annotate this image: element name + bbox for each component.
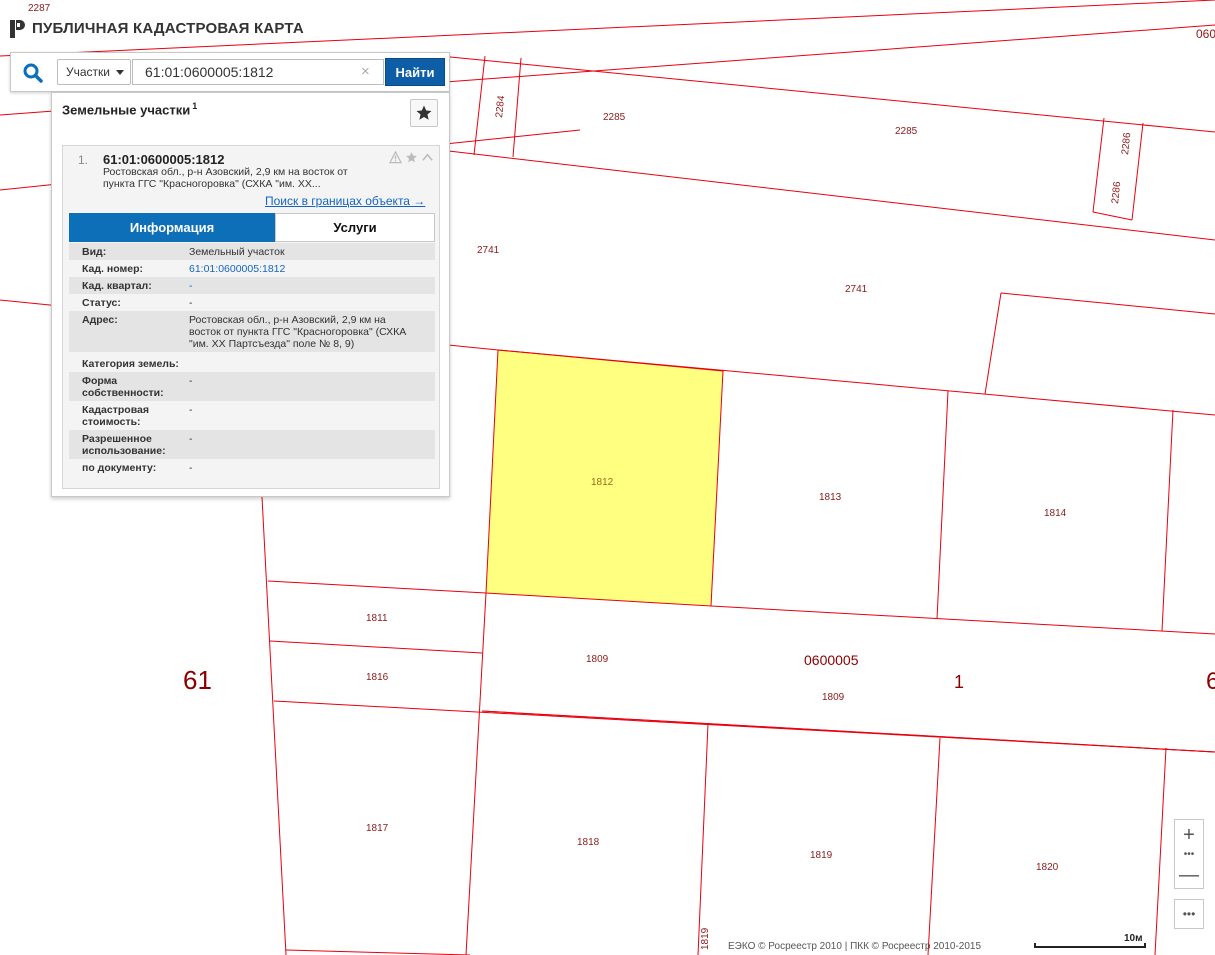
info-value: - bbox=[189, 297, 193, 309]
info-row-type: Вид: Земельный участок bbox=[69, 243, 435, 260]
plot-label: 2284 bbox=[494, 95, 507, 119]
info-key: Кадастровая стоимость: bbox=[82, 404, 149, 428]
panel-title-text: Земельные участки bbox=[62, 102, 191, 118]
plot-label: 1819 bbox=[810, 850, 833, 861]
plot-label: 2286 bbox=[1120, 132, 1133, 156]
info-table: Вид: Земельный участок Кад. номер: 61:01… bbox=[69, 243, 435, 476]
clear-icon[interactable]: × bbox=[361, 64, 370, 80]
zoom-in-button[interactable]: + bbox=[1175, 820, 1203, 850]
info-value: Ростовская обл., р-н Азовский, 2,9 км на… bbox=[189, 314, 407, 350]
find-button[interactable]: Найти bbox=[385, 58, 445, 86]
favorites-button[interactable] bbox=[410, 99, 438, 127]
info-row-by-document: по документу: - bbox=[69, 459, 435, 476]
plot-label: 1820 bbox=[1036, 862, 1059, 873]
info-value-link[interactable]: 61:01:0600005:1812 bbox=[189, 263, 435, 275]
info-key: Кад. номер: bbox=[82, 263, 144, 275]
quarter-label: 0600005 bbox=[804, 652, 859, 668]
info-row-cadastral-number: Кад. номер: 61:01:0600005:1812 bbox=[69, 260, 435, 277]
info-value: - bbox=[189, 375, 193, 387]
result-index: 1. bbox=[78, 153, 89, 167]
star-icon bbox=[416, 105, 432, 120]
star-icon[interactable] bbox=[405, 151, 418, 164]
plot-label: 2285 bbox=[895, 126, 918, 137]
result-cadastral-number[interactable]: 61:01:0600005:1812 bbox=[103, 152, 224, 167]
info-key: Форма собственности: bbox=[82, 375, 164, 399]
info-value: - bbox=[189, 433, 193, 445]
tab-information[interactable]: Информация bbox=[69, 213, 275, 242]
app-title: ПУБЛИЧНАЯ КАДАСТРОВАЯ КАРТА bbox=[32, 19, 304, 37]
plot-label: 1819 bbox=[700, 927, 711, 950]
panel-title: Земельные участки 1 bbox=[62, 101, 197, 117]
zoom-control: + ••• — bbox=[1174, 819, 1204, 889]
info-value-link[interactable]: - bbox=[189, 280, 435, 292]
plot-label: 1814 bbox=[1044, 508, 1067, 519]
plot-label: 2286 bbox=[1110, 181, 1123, 205]
region-label: 61 bbox=[183, 665, 212, 695]
info-row-quarter: Кад. квартал: - bbox=[69, 277, 435, 294]
rosreestr-logo-icon bbox=[10, 20, 25, 38]
info-row-permitted-use: Разрешенное использование: - bbox=[69, 430, 435, 459]
info-key: Категория земель: bbox=[82, 358, 179, 370]
tab-services[interactable]: Услуги bbox=[275, 213, 435, 242]
card-icons bbox=[389, 151, 434, 164]
plot-label: 1811 bbox=[366, 613, 388, 624]
zoom-out-button[interactable]: — bbox=[1175, 860, 1203, 890]
plot-label: 1813 bbox=[819, 492, 842, 503]
info-key: Адрес: bbox=[82, 314, 118, 326]
district-label: 1 bbox=[954, 672, 964, 692]
plot-label: 1818 bbox=[577, 837, 600, 848]
info-value bbox=[269, 358, 435, 370]
zoom-level-dots[interactable]: ••• bbox=[1175, 850, 1203, 860]
plot-label: 1812 bbox=[591, 477, 614, 488]
warning-icon[interactable] bbox=[389, 151, 402, 164]
plot-label: 1809 bbox=[822, 692, 845, 703]
search-in-bounds-link[interactable]: Поиск в границах объекта → bbox=[265, 194, 425, 208]
app-header: ПУБЛИЧНАЯ КАДАСТРОВАЯ КАРТА bbox=[10, 16, 304, 40]
chevron-down-icon bbox=[116, 70, 124, 75]
info-row-status: Статус: - bbox=[69, 294, 435, 311]
result-address: Ростовская обл., р-н Азовский, 2,9 км на… bbox=[103, 166, 348, 190]
plot-label: 2285 bbox=[603, 112, 626, 123]
map-attribution: ЕЭКО © Росреестр 2010 | ПКК © Росреестр … bbox=[728, 941, 982, 952]
info-value: Земельный участок bbox=[189, 246, 285, 258]
info-value: - bbox=[189, 404, 193, 416]
object-type-label: Участки bbox=[66, 65, 110, 79]
search-icon[interactable] bbox=[22, 62, 44, 84]
more-options-button[interactable]: ••• bbox=[1174, 899, 1204, 929]
info-key: Вид: bbox=[82, 246, 107, 258]
info-row-land-category: Категория земель: bbox=[69, 352, 435, 372]
info-row-ownership: Форма собственности: - bbox=[69, 372, 435, 401]
plot-label: 060 bbox=[1196, 27, 1215, 41]
scale-label: 10м bbox=[1124, 933, 1143, 944]
object-type-select[interactable]: Участки bbox=[57, 59, 131, 85]
info-key: Статус: bbox=[82, 297, 121, 309]
plot-label: 2741 bbox=[845, 284, 868, 295]
search-input[interactable] bbox=[132, 59, 384, 85]
info-key: по документу: bbox=[82, 462, 157, 474]
results-panel: Земельные участки 1 1. 61:01:0600005:1812… bbox=[51, 92, 450, 497]
result-card[interactable]: 1. 61:01:0600005:1812 Ростовская обл., р… bbox=[62, 145, 440, 489]
info-key: Кад. квартал: bbox=[82, 280, 152, 292]
result-count: 1 bbox=[192, 101, 198, 111]
plot-label: 2741 bbox=[477, 245, 500, 256]
plot-label: 1816 bbox=[366, 672, 389, 683]
chevron-up-icon[interactable] bbox=[421, 151, 434, 164]
info-key: Разрешенное использование: bbox=[82, 433, 166, 457]
search-bar: Участки × Найти bbox=[10, 52, 450, 92]
plot-label: 1809 bbox=[586, 654, 609, 665]
info-row-address: Адрес: Ростовская обл., р-н Азовский, 2,… bbox=[69, 311, 435, 352]
plot-label: 1817 bbox=[366, 823, 389, 834]
plot-label: 2287 bbox=[28, 3, 51, 14]
info-row-cadastral-value: Кадастровая стоимость: - bbox=[69, 401, 435, 430]
info-value: - bbox=[189, 462, 193, 474]
district-label-right: 6 bbox=[1206, 668, 1215, 695]
